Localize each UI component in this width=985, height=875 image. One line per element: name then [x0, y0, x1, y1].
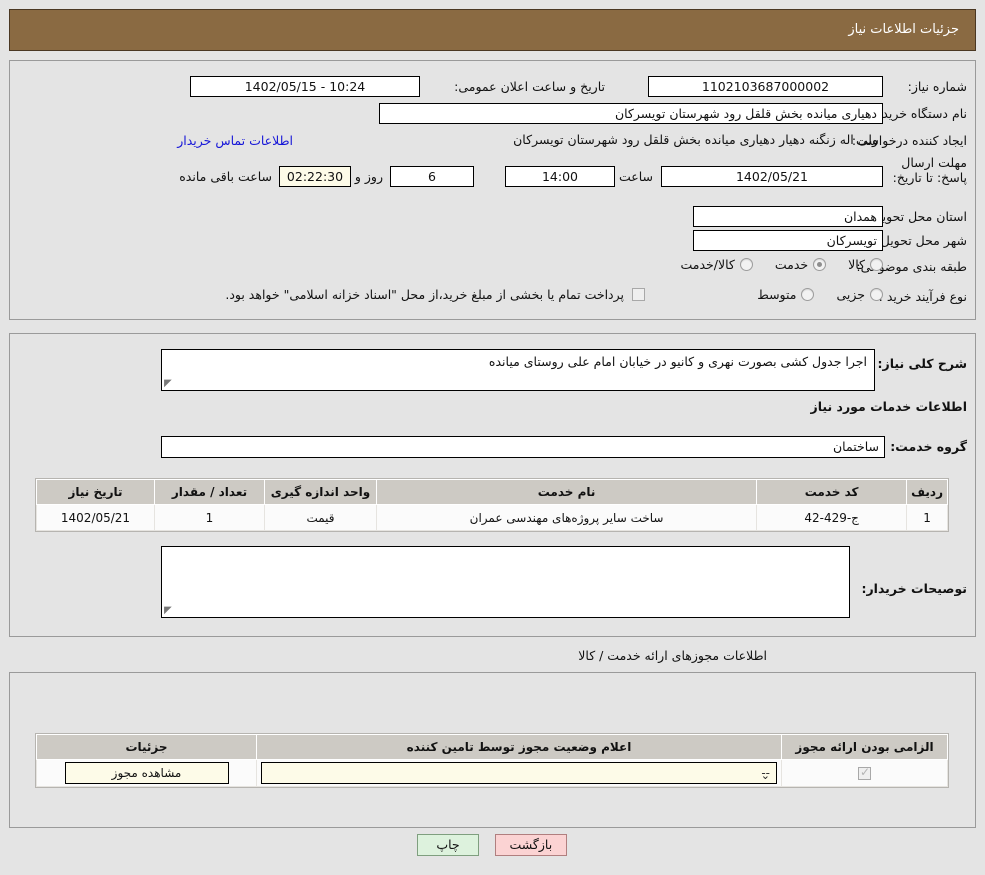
radio-category-khedmat[interactable] [813, 258, 827, 271]
radio-category-kala-khedmat[interactable] [739, 258, 753, 271]
cell-row-no: 1 [906, 504, 948, 531]
city-field[interactable]: تویسرکان [693, 230, 883, 251]
cell-need-date: 1402/05/21 [36, 504, 155, 531]
cell-quantity: 1 [154, 504, 265, 531]
page-title: جزئیات اطلاعات نیاز [848, 22, 959, 37]
need-info-panel: شماره نیاز: 1102103687000002 تاریخ و ساع… [9, 60, 976, 320]
category-radio-group: کالا خدمت کالا/خدمت [680, 257, 883, 272]
deadline-label: مهلت ارسال پاسخ: تا تاریخ: [892, 155, 967, 185]
need-summary-text: اجرا جدول کشی بصورت نهری و کانیو در خیاب… [488, 354, 867, 369]
licenses-table: الزامی بودن ارائه مجوز اعلام وضعیت مجوز … [36, 734, 948, 787]
resize-grip-icon-2[interactable]: ◥ [164, 605, 174, 616]
radio-category-kala-label: کالا [848, 257, 865, 272]
col-need-date: تاریخ نیاز [36, 479, 155, 505]
license-status-select[interactable]: ⌄ -- [261, 762, 777, 784]
col-service-name: نام خدمت [375, 479, 758, 505]
col-license-status: اعلام وضعیت مجوز توسط تامین کننده [256, 734, 782, 760]
deadline-time-field[interactable]: 14:00 [505, 166, 615, 187]
radio-category-khedmat-label: خدمت [774, 257, 809, 272]
licenses-table-header-row: الزامی بودن ارائه مجوز اعلام وضعیت مجوز … [36, 734, 948, 760]
deadline-countdown-field: 02:22:30 [279, 166, 351, 187]
cell-license-details: مشاهده مجوز [36, 759, 257, 787]
announce-datetime-label: تاریخ و ساعت اعلان عمومی: [454, 79, 605, 94]
back-button[interactable]: بازگشت [494, 834, 567, 856]
deadline-remaining-label: ساعت باقی مانده [179, 169, 272, 184]
need-number-label: شماره نیاز: [907, 79, 967, 94]
need-number-row: شماره نیاز: [908, 79, 967, 94]
cell-service-name: ساخت سایر پروژه‌های مهندسی عمران [375, 504, 758, 531]
service-group-field[interactable]: ساختمان [161, 436, 885, 458]
buyer-comments-textarea[interactable]: ◥ [161, 546, 850, 618]
cell-unit: قیمت [264, 504, 377, 531]
chevron-down-icon: ⌄ [760, 769, 770, 782]
city-label: شهر محل تحویل: [876, 233, 967, 248]
licenses-table-wrap: الزامی بودن ارائه مجوز اعلام وضعیت مجوز … [35, 733, 949, 788]
table-row[interactable]: ⌄ -- مشاهده مجوز [36, 759, 948, 787]
province-field[interactable]: همدان [693, 206, 883, 227]
radio-category-kala-khedmat-label: کالا/خدمت [680, 257, 735, 272]
radio-purchase-motevaset-label: متوسط [757, 287, 797, 302]
treasury-checkbox-row: پرداخت تمام یا بخشی از مبلغ خرید،از محل … [225, 287, 645, 302]
services-table: ردیف کد خدمت نام خدمت واحد اندازه گیری ت… [36, 479, 948, 531]
radio-purchase-motevaset[interactable] [801, 288, 815, 301]
need-summary-label: شرح کلی نیاز: [877, 356, 967, 371]
buyer-org-label: نام دستگاه خریدار: [868, 106, 967, 121]
service-group-label: گروه خدمت: [890, 439, 967, 454]
page-root: AnaTender.net جزئیات اطلاعات نیاز شماره … [0, 0, 985, 875]
description-panel: شرح کلی نیاز: اجرا جدول کشی بصورت نهری و… [9, 333, 976, 637]
announce-datetime-field[interactable]: 10:24 - 1402/05/15 [190, 76, 420, 97]
services-table-header-row: ردیف کد خدمت نام خدمت واحد اندازه گیری ت… [36, 479, 948, 505]
buyer-org-field[interactable]: دهیاری میانده بخش قلقل رود شهرستان تویسر… [379, 103, 883, 124]
buyer-contact-link[interactable]: اطلاعات تماس خریدار [177, 133, 293, 148]
view-license-button[interactable]: مشاهده مجوز [64, 762, 229, 784]
print-button[interactable]: چاپ [417, 834, 479, 856]
footer-buttons: بازگشت چاپ [417, 834, 567, 856]
services-table-wrap: ردیف کد خدمت نام خدمت واحد اندازه گیری ت… [35, 478, 949, 532]
cell-license-required [781, 759, 948, 787]
province-label: استان محل تحویل: [868, 209, 967, 224]
col-service-code: کد خدمت [756, 479, 908, 505]
license-required-checkbox [858, 765, 871, 780]
radio-category-kala[interactable] [870, 258, 883, 271]
treasury-checkbox-label: پرداخت تمام یا بخشی از مبلغ خرید،از محل … [225, 287, 624, 302]
services-section-title: اطلاعات خدمات مورد نیاز [810, 399, 968, 414]
deadline-date-field[interactable]: 1402/05/21 [661, 166, 883, 187]
deadline-days-label: روز و [354, 169, 383, 184]
radio-purchase-jozei[interactable] [870, 288, 883, 301]
col-row-no: ردیف [906, 479, 948, 505]
purchase-type-radio-group: جزیی متوسط [757, 287, 883, 302]
table-row[interactable]: 1 ج-429-42 ساخت سایر پروژه‌های مهندسی عم… [36, 504, 948, 531]
request-creator-field[interactable]: ولی اله زنگنه دهیار دهیاری میانده بخش قل… [308, 130, 883, 151]
purchase-type-label: نوع فرآیند خرید : [878, 289, 967, 304]
col-quantity: تعداد / مقدار [154, 479, 265, 505]
cell-service-code: ج-429-42 [756, 504, 908, 531]
need-summary-textarea[interactable]: اجرا جدول کشی بصورت نهری و کانیو در خیاب… [161, 349, 875, 391]
licenses-section-title: اطلاعات مجوزهای ارائه خدمت / کالا [578, 648, 767, 663]
buyer-comments-label: توصیحات خریدار: [861, 581, 967, 596]
page-header: جزئیات اطلاعات نیاز [9, 9, 976, 51]
need-number-field[interactable]: 1102103687000002 [648, 76, 883, 97]
col-license-details: جزئیات [36, 734, 257, 760]
treasury-checkbox[interactable] [632, 288, 645, 301]
col-unit: واحد اندازه گیری [264, 479, 377, 505]
radio-purchase-jozei-label: جزیی [836, 287, 865, 302]
deadline-days-field[interactable]: 6 [390, 166, 474, 187]
licenses-panel: الزامی بودن ارائه مجوز اعلام وضعیت مجوز … [9, 672, 976, 828]
cell-license-status: ⌄ -- [256, 759, 782, 787]
deadline-time-label: ساعت [618, 169, 653, 184]
col-license-required: الزامی بودن ارائه مجوز [781, 734, 948, 760]
resize-grip-icon[interactable]: ◥ [164, 378, 174, 389]
